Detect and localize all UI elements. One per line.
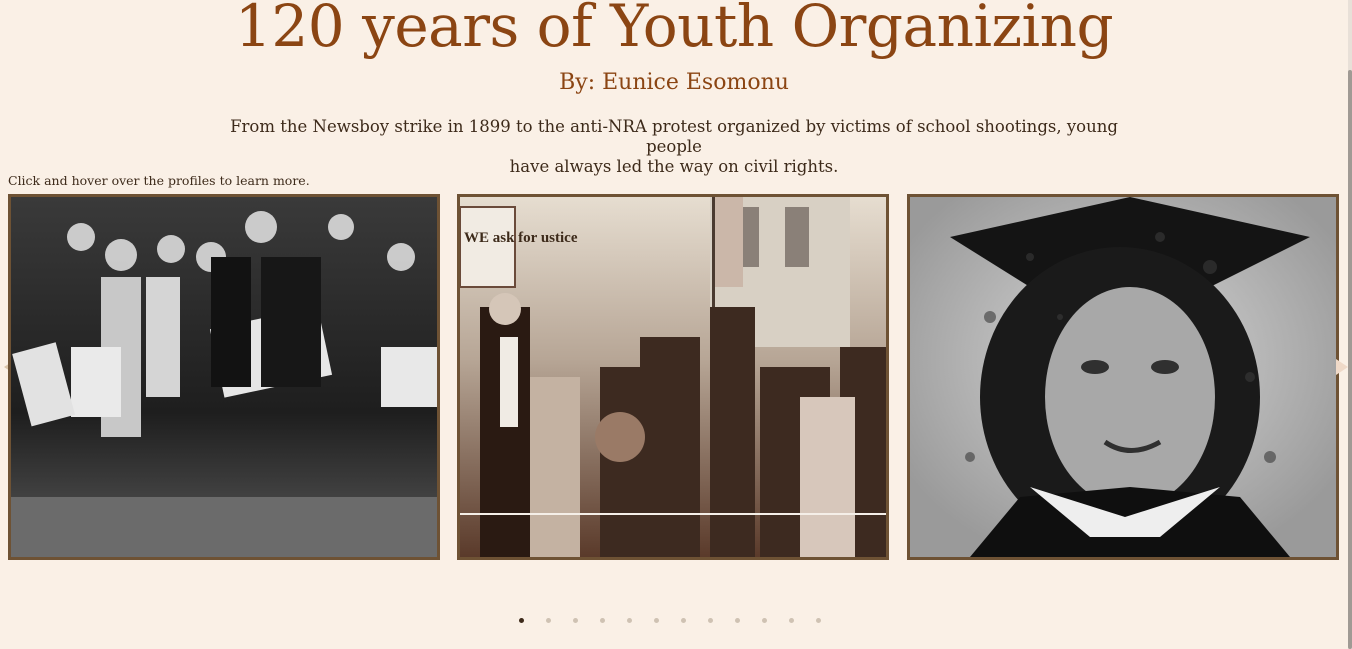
profile-card-march[interactable]: WE ask for ustice	[457, 194, 889, 560]
intro-text: From the Newsboy strike in 1899 to the a…	[224, 117, 1124, 177]
carousel-dot[interactable]	[789, 618, 794, 623]
carousel-dot[interactable]	[546, 618, 551, 623]
carousel-next-arrow-icon[interactable]	[1336, 359, 1348, 375]
carousel-dot[interactable]	[627, 618, 632, 623]
carousel-dot[interactable]	[735, 618, 740, 623]
profile-card-graduate[interactable]	[907, 194, 1339, 560]
intro-line-1: From the Newsboy strike in 1899 to the a…	[230, 117, 1118, 156]
byline: By: Eunice Esomonu	[559, 70, 789, 95]
graduate-portrait	[910, 197, 1336, 557]
profile-carousel[interactable]: WE ask for ustice	[0, 194, 1352, 560]
march-sign-text: WE ask for ustice	[464, 230, 578, 246]
newsboys-photo	[11, 197, 437, 557]
carousel-dot[interactable]	[600, 618, 605, 623]
carousel-dot[interactable]	[573, 618, 578, 623]
hover-hint: Click and hover over the profiles to lea…	[8, 173, 310, 188]
intro-line-2: have always led the way on civil rights.	[509, 157, 839, 176]
profile-card-newsboys[interactable]	[8, 194, 440, 560]
carousel-dot[interactable]	[816, 618, 821, 623]
carousel-dot[interactable]	[762, 618, 767, 623]
march-photo: WE ask for ustice	[460, 197, 886, 557]
scrollbar-thumb[interactable]	[1348, 70, 1352, 649]
carousel-dot[interactable]	[708, 618, 713, 623]
carousel-dot[interactable]	[681, 618, 686, 623]
carousel-dot[interactable]	[519, 618, 524, 623]
carousel-dot[interactable]	[654, 618, 659, 623]
page-title: 120 years of Youth Organizing	[234, 0, 1114, 60]
